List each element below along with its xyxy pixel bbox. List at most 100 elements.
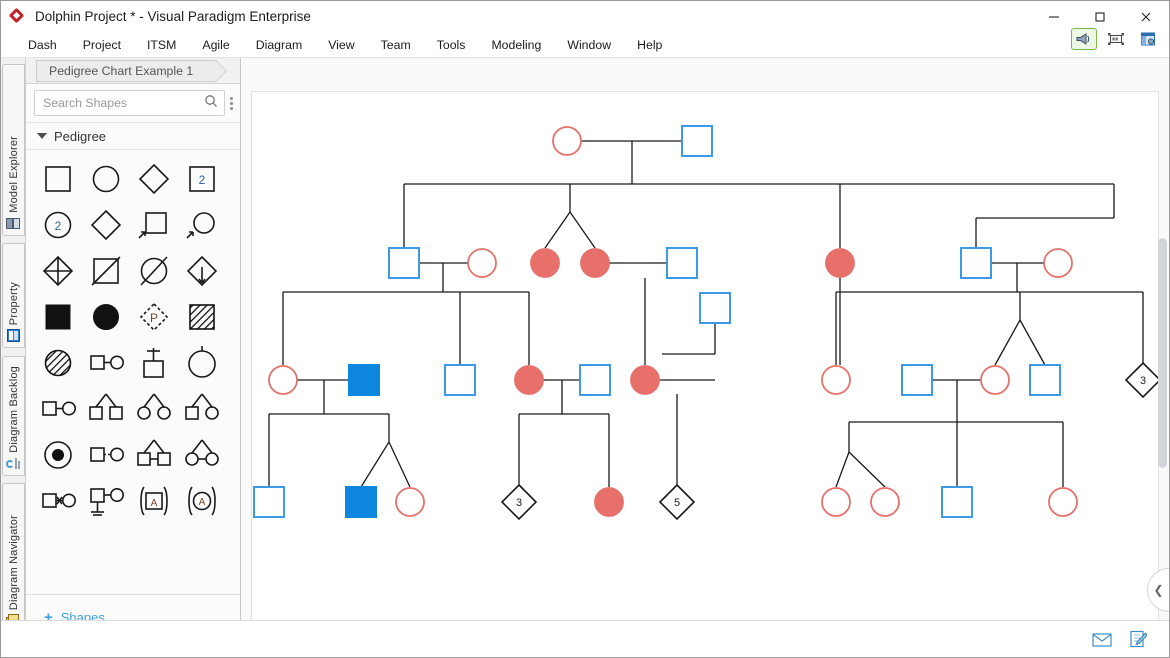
pedigree-node-square[interactable] bbox=[681, 125, 713, 157]
pedigree-node-diamond[interactable]: 3 bbox=[500, 483, 538, 521]
pedigree-node-circle-affected[interactable] bbox=[580, 248, 610, 278]
pedigree-node-square[interactable] bbox=[960, 247, 992, 279]
pedigree-node-square[interactable] bbox=[666, 247, 698, 279]
palette-shape-female-large[interactable] bbox=[178, 340, 226, 386]
pedigree-node-square-affected[interactable] bbox=[348, 364, 380, 396]
pedigree-node-circle[interactable] bbox=[467, 248, 497, 278]
palette-shape-siblings-two-females[interactable] bbox=[130, 386, 178, 432]
pedigree-node-square[interactable] bbox=[253, 486, 285, 518]
palette-shape-siblings-mixed[interactable] bbox=[178, 386, 226, 432]
document-tab[interactable]: Pedigree Chart Example 1 bbox=[36, 60, 228, 82]
pedigree-node-square[interactable] bbox=[901, 364, 933, 396]
palette-shape-adoption-link[interactable] bbox=[82, 478, 130, 524]
more-options-icon[interactable] bbox=[228, 96, 234, 110]
pedigree-node-square[interactable] bbox=[941, 486, 973, 518]
menu-item-agile[interactable]: Agile bbox=[189, 35, 242, 55]
palette-shape-unknown-diamond[interactable] bbox=[130, 156, 178, 202]
fit-to-window-icon[interactable] bbox=[1103, 28, 1129, 50]
rail-tab-diagram-backlog[interactable]: Diagram Backlog bbox=[2, 356, 25, 476]
palette-shape-adopted-male-a[interactable]: A bbox=[130, 478, 178, 524]
menu-item-help[interactable]: Help bbox=[624, 35, 675, 55]
palette-shape-female-circle[interactable] bbox=[82, 156, 130, 202]
pedigree-link bbox=[835, 451, 850, 488]
menu-item-view[interactable]: View bbox=[315, 35, 367, 55]
pedigree-node-circle[interactable] bbox=[980, 365, 1010, 395]
palette-shape-adopted-female-a[interactable]: A bbox=[178, 478, 226, 524]
vertical-scrollbar[interactable] bbox=[1158, 238, 1167, 468]
palette-shape-circle-deceased[interactable] bbox=[130, 248, 178, 294]
rail-tab-property[interactable]: Property bbox=[2, 243, 25, 348]
palette-shape-male-square[interactable] bbox=[34, 156, 82, 202]
menu-item-tools[interactable]: Tools bbox=[424, 35, 479, 55]
palette-shape-twins-males[interactable] bbox=[130, 432, 178, 478]
pedigree-node-circle-affected[interactable] bbox=[530, 248, 560, 278]
pedigree-node-circle[interactable] bbox=[1048, 487, 1078, 517]
menu-item-dash[interactable]: Dash bbox=[15, 35, 70, 55]
pedigree-node-circle[interactable] bbox=[821, 487, 851, 517]
palette-shape-multiple-unknown-diamond[interactable] bbox=[82, 202, 130, 248]
pedigree-node-square[interactable] bbox=[1029, 364, 1061, 396]
palette-shape-square-deceased[interactable] bbox=[82, 248, 130, 294]
pedigree-node-square[interactable] bbox=[699, 292, 731, 324]
pedigree-node-circle[interactable] bbox=[870, 487, 900, 517]
palette-shape-divorced-link[interactable] bbox=[82, 432, 130, 478]
pedigree-node-circle-affected[interactable] bbox=[825, 248, 855, 278]
palette-shape-multiple-female-2[interactable]: 2 bbox=[34, 202, 82, 248]
menu-item-team[interactable]: Team bbox=[368, 35, 424, 55]
search-icon[interactable] bbox=[204, 94, 218, 113]
pedigree-node-circle[interactable] bbox=[395, 487, 425, 517]
palette-shape-diamond-arrow[interactable] bbox=[178, 248, 226, 294]
diagram-settings-icon[interactable] bbox=[1135, 28, 1161, 50]
pedigree-node-circle[interactable] bbox=[1043, 248, 1073, 278]
palette-shape-consanguineous-link[interactable] bbox=[34, 478, 82, 524]
menu-item-itsm[interactable]: ITSM bbox=[134, 35, 189, 55]
pedigree-node-circle[interactable] bbox=[268, 365, 298, 395]
palette-shape-diamond-quartered[interactable] bbox=[34, 248, 82, 294]
palette-shape-circle-dot-center[interactable] bbox=[34, 432, 82, 478]
palette-shape-male-with-stem[interactable] bbox=[130, 340, 178, 386]
pedigree-node-diamond[interactable]: 5 bbox=[658, 483, 696, 521]
search-shapes-box[interactable] bbox=[34, 90, 225, 116]
palette-shape-proband-female[interactable] bbox=[178, 202, 226, 248]
menu-item-window[interactable]: Window bbox=[554, 35, 624, 55]
palette-shape-multiple-male-2[interactable]: 2 bbox=[178, 156, 226, 202]
pedigree-node-circle-affected[interactable] bbox=[594, 487, 624, 517]
pedigree-node-square[interactable] bbox=[444, 364, 476, 396]
pedigree-link bbox=[360, 441, 390, 488]
pedigree-canvas[interactable]: 3 3 5 bbox=[251, 91, 1159, 626]
palette-shape-female-affected-filled[interactable] bbox=[82, 294, 130, 340]
caret-down-icon[interactable] bbox=[37, 133, 47, 139]
edit-document-icon[interactable] bbox=[1127, 630, 1149, 648]
palette-shape-carrier-hatched-circle[interactable] bbox=[34, 340, 82, 386]
pedigree-node-circle-affected[interactable] bbox=[630, 365, 660, 395]
search-input[interactable] bbox=[41, 95, 204, 111]
rail-tab-diagram-navigator[interactable]: Diagram Navigator bbox=[2, 483, 25, 633]
menu-item-modeling[interactable]: Modeling bbox=[478, 35, 554, 55]
pedigree-group-header[interactable]: Pedigree bbox=[26, 122, 240, 150]
pedigree-node-circle-affected[interactable] bbox=[514, 365, 544, 395]
pedigree-chart-svg[interactable]: 3 3 5 bbox=[252, 92, 1159, 626]
palette-shape-carrier-hatched-square[interactable] bbox=[178, 294, 226, 340]
palette-shape-pregnancy-p-diamond[interactable]: P bbox=[130, 294, 178, 340]
pedigree-node-circle[interactable] bbox=[552, 126, 582, 156]
pedigree-node-square-affected[interactable] bbox=[345, 486, 377, 518]
palette-shape-twins-females[interactable] bbox=[178, 432, 226, 478]
pedigree-node-diamond[interactable]: 3 bbox=[1124, 361, 1159, 399]
pedigree-node-circle[interactable] bbox=[821, 365, 851, 395]
pedigree-node-square[interactable] bbox=[579, 364, 611, 396]
palette-shape-proband-male[interactable] bbox=[130, 202, 178, 248]
svg-text:A: A bbox=[199, 497, 206, 508]
mail-icon[interactable] bbox=[1091, 630, 1113, 648]
palette-shape-male-affected-filled[interactable] bbox=[34, 294, 82, 340]
palette-shape-mating-link[interactable] bbox=[82, 340, 130, 386]
menu-item-diagram[interactable]: Diagram bbox=[243, 35, 315, 55]
announcement-icon[interactable] bbox=[1071, 28, 1097, 50]
pedigree-link bbox=[848, 451, 886, 488]
application-window: Dolphin Project * - Visual Paradigm Ente… bbox=[0, 0, 1170, 658]
palette-shape-relationship-line[interactable] bbox=[34, 386, 82, 432]
menu-item-project[interactable]: Project bbox=[70, 35, 134, 55]
rail-tab-model-explorer[interactable]: Model Explorer bbox=[2, 64, 25, 236]
palette-shape-siblings-two-males[interactable] bbox=[82, 386, 130, 432]
diagram-editor: Web Editing Experience Auto save: On 335… bbox=[241, 28, 1169, 640]
pedigree-node-square[interactable] bbox=[388, 247, 420, 279]
